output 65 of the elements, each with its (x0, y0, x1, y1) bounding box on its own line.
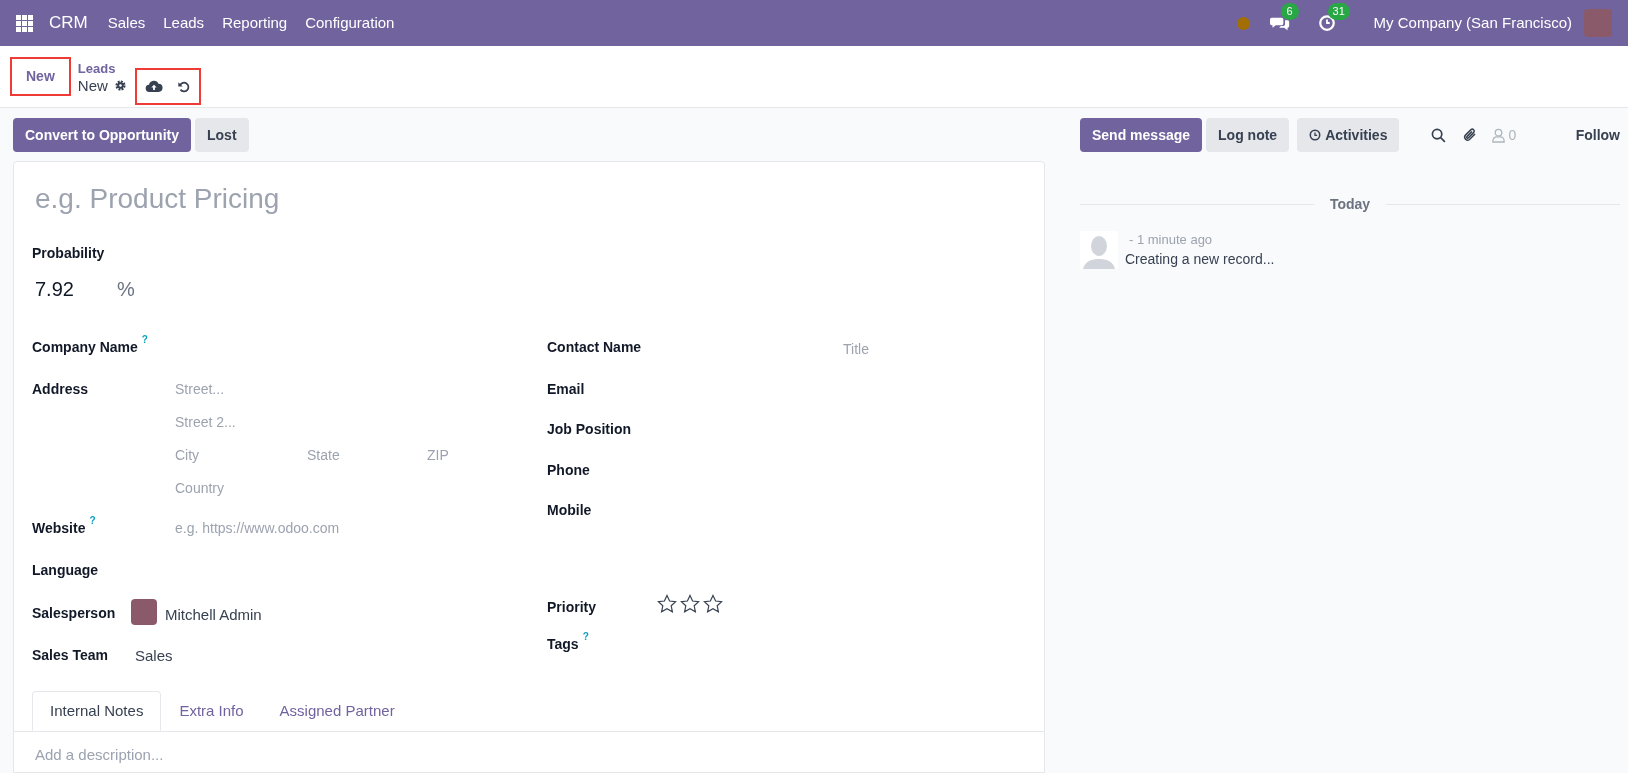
attachments-button[interactable] (1462, 126, 1479, 144)
send-message-button[interactable]: Send message (1080, 118, 1203, 152)
clock-icon (1309, 129, 1322, 141)
paperclip-icon (1462, 126, 1479, 144)
tab[interactable]: Extra Info (161, 691, 262, 731)
message-time: - 1 minute ago (1129, 231, 1214, 249)
help-icon[interactable]: ? (582, 632, 589, 642)
sales-team-field[interactable]: Sales (135, 647, 173, 664)
field-label: Email (547, 380, 585, 399)
help-icon[interactable]: ? (89, 516, 96, 526)
notification-badge: 6 (1280, 3, 1299, 20)
help-icon[interactable]: ? (141, 335, 148, 345)
clock-icon (1317, 14, 1336, 32)
gear-icon (113, 78, 127, 92)
field-label: Job Position (547, 420, 631, 439)
activities-button[interactable] (1317, 13, 1338, 33)
menu-item[interactable]: Sales (107, 11, 146, 35)
field-label: Company Name (32, 338, 138, 357)
activities-button[interactable]: Activities (1297, 118, 1400, 152)
discard-button[interactable] (176, 79, 191, 94)
field-label: Tags (547, 635, 579, 654)
field-label: Sales Team (32, 646, 108, 665)
app-name[interactable]: CRM (49, 10, 88, 36)
field-label: Phone (547, 461, 590, 480)
probability-field[interactable]: 7.92 (32, 274, 117, 304)
cloud-upload-icon (144, 79, 163, 94)
grid-icon (16, 14, 33, 32)
field-label: Probability (32, 244, 106, 263)
star-icon[interactable] (680, 594, 700, 614)
tab[interactable]: Internal Notes (32, 691, 162, 731)
new-button[interactable]: New (10, 57, 71, 96)
date-separator: Today (1329, 195, 1371, 214)
percent-sign: % (117, 277, 135, 302)
search-icon (1431, 127, 1447, 143)
person-silhouette-icon (1080, 231, 1118, 269)
person-icon (1492, 127, 1506, 143)
save-button[interactable] (144, 79, 163, 94)
lost-button[interactable]: Lost (195, 118, 249, 152)
record-name: New (77, 76, 108, 94)
settings-button[interactable] (113, 78, 127, 92)
field-label: Contact Name (547, 338, 642, 357)
log-note-button[interactable]: Log note (1206, 118, 1290, 152)
user-avatar (131, 599, 157, 625)
search-button[interactable] (1431, 127, 1447, 143)
convert-button[interactable]: Convert to Opportunity (13, 118, 191, 152)
undo-icon (176, 79, 191, 94)
tab[interactable]: Assigned Partner (261, 691, 413, 731)
star-icon[interactable] (657, 594, 677, 614)
message-body: Creating a new record... (1125, 250, 1275, 269)
field-label: Website (32, 519, 86, 538)
menu-item[interactable]: Reporting (222, 11, 288, 35)
field-label: Priority (547, 598, 596, 617)
menu-item[interactable]: Leads (163, 11, 205, 35)
company-switcher[interactable]: My Company (San Francisco) (1373, 11, 1572, 35)
notification-badge: 31 (1327, 3, 1350, 20)
apps-menu-button[interactable] (16, 14, 33, 32)
menu-item[interactable]: Configuration (305, 11, 395, 35)
field-label: Address (32, 380, 89, 399)
field-label: Language (32, 561, 99, 580)
breadcrumb-link[interactable]: Leads (77, 59, 127, 77)
follow-button[interactable]: Follow (1575, 124, 1620, 146)
field-label: Mobile (547, 501, 592, 520)
salesperson-field[interactable]: Mitchell Admin (165, 604, 262, 627)
star-icon[interactable] (703, 594, 723, 614)
field-label: Salesperson (32, 604, 116, 623)
